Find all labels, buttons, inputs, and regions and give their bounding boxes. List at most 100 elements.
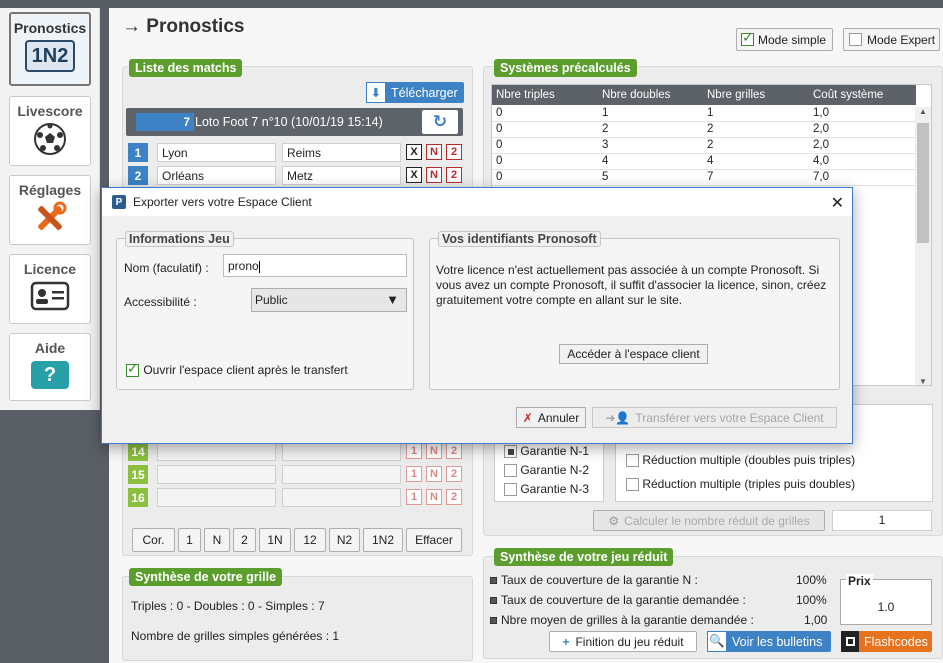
cancel-button[interactable]: ✗ Annuler xyxy=(516,407,586,428)
name-label: Nom (faculatif) : xyxy=(124,261,209,275)
table-row[interactable]: 0 4 4 4,0 xyxy=(492,153,916,170)
ids-group-label: Vos identifiants Pronosoft xyxy=(438,231,601,247)
home-team xyxy=(157,488,276,507)
option-1[interactable]: 1 xyxy=(406,443,422,459)
info-group-label: Informations Jeu xyxy=(125,231,234,247)
all-n2-button[interactable]: N2 xyxy=(329,528,360,552)
qr-icon xyxy=(841,631,859,652)
grille-tag: Synthèse de votre grille xyxy=(129,568,283,586)
nav-licence[interactable]: Licence xyxy=(9,254,91,324)
reduit-tag: Synthèse de votre jeu réduit xyxy=(494,548,674,566)
transfer-user-icon: ➜👤 xyxy=(605,410,631,425)
grille-summary: Triples : 0 - Doubles : 0 - Simples : 7 xyxy=(131,599,325,613)
moyen-grilles-value: 1,00 xyxy=(804,613,828,627)
reduction-doubles-triples[interactable]: Réduction multiple (doubles puis triples… xyxy=(626,453,855,468)
garanties-box: Garantie N-1 Garantie N-2 Garantie N-3 xyxy=(494,440,604,502)
col-header[interactable]: Coût système xyxy=(809,85,916,105)
col-header[interactable]: Nbre doubles xyxy=(598,85,703,105)
option-n[interactable]: N xyxy=(426,443,442,459)
option-x[interactable]: X xyxy=(406,167,422,183)
moyen-grilles: Nbre moyen de grilles à la garantie dema… xyxy=(490,613,754,627)
home-team xyxy=(157,442,276,461)
couverture-n: Taux de couverture de la garantie N : xyxy=(490,573,698,587)
refresh-icon[interactable]: ↻ xyxy=(422,110,458,134)
systems-tag: Systèmes précalculés xyxy=(494,59,637,77)
table-row[interactable]: 0 3 2 2,0 xyxy=(492,137,916,154)
download-button[interactable]: ⬇ Télécharger xyxy=(366,82,464,103)
nav-pronostics-label: Pronostics xyxy=(13,20,87,36)
download-icon: ⬇ xyxy=(366,82,386,103)
chevron-down-icon: ▼ xyxy=(386,292,399,307)
nav-pronostics[interactable]: Pronostics 1N2 xyxy=(9,12,91,86)
option-2[interactable]: 2 xyxy=(446,466,462,482)
sidebar: Pronostics 1N2 Livescore Réglages Licenc… xyxy=(0,8,100,410)
open-client-checkbox[interactable]: ✓ Ouvrir l'espace client après le transf… xyxy=(126,360,348,378)
option-n[interactable]: N xyxy=(426,167,442,183)
home-team xyxy=(157,465,276,484)
col-header[interactable]: Nbre grilles xyxy=(703,85,809,105)
all-1-button[interactable]: 1 xyxy=(178,528,201,552)
mode-simple-checkbox[interactable]: ✓ Mode simple xyxy=(736,28,833,51)
access-select[interactable]: Public ▼ xyxy=(251,288,407,312)
home-team: Lyon xyxy=(157,143,276,162)
away-team: Reims xyxy=(282,143,401,162)
grille-panel xyxy=(122,576,473,661)
option-2[interactable]: 2 xyxy=(446,144,462,160)
reduction-triples-doubles[interactable]: Réduction multiple (triples puis doubles… xyxy=(626,477,855,492)
table-row[interactable]: 0 1 1 1,0 xyxy=(492,105,916,122)
match-number: 16 xyxy=(128,488,148,507)
all-n-button[interactable]: N xyxy=(204,528,230,552)
all-12-button[interactable]: 12 xyxy=(294,528,326,552)
table-row[interactable]: 0 5 7 7,0 xyxy=(492,169,916,186)
flashcodes-button[interactable]: Flashcodes xyxy=(841,631,932,652)
garantie-n2[interactable]: Garantie N-2 xyxy=(504,463,589,478)
top-bar xyxy=(0,0,943,8)
prix-box: Prix 1.0 xyxy=(840,574,932,625)
match-number: 1 xyxy=(128,143,148,162)
nav-reglages[interactable]: Réglages xyxy=(9,175,91,245)
garantie-n3[interactable]: Garantie N-3 xyxy=(504,482,589,497)
option-n[interactable]: N xyxy=(426,144,442,160)
all-2-button[interactable]: 2 xyxy=(233,528,256,552)
couverture-n-value: 100% xyxy=(796,573,827,587)
nav-livescore[interactable]: Livescore xyxy=(9,96,91,166)
magnifier-icon: 🔍 xyxy=(707,631,727,652)
table-row[interactable]: 0 2 2 2,0 xyxy=(492,121,916,138)
nav-aide[interactable]: Aide ? xyxy=(9,333,91,401)
option-2[interactable]: 2 xyxy=(446,443,462,459)
finition-button[interactable]: + Finition du jeu réduit xyxy=(549,631,697,652)
away-team xyxy=(282,465,401,484)
garantie-n1[interactable]: Garantie N-1 xyxy=(504,444,589,459)
calc-result-field[interactable]: 1 xyxy=(832,510,932,531)
col-header[interactable]: Nbre triples xyxy=(492,85,598,105)
scrollbar[interactable]: ▲ ▼ xyxy=(915,107,931,385)
couverture-demandee: Taux de couverture de la garantie demand… xyxy=(490,593,746,607)
tools-icon xyxy=(38,201,67,230)
option-2[interactable]: 2 xyxy=(446,489,462,505)
calculate-button[interactable]: ⚙ Calculer le nombre réduit de grilles xyxy=(593,510,825,531)
option-1[interactable]: 1 xyxy=(406,466,422,482)
option-x[interactable]: X xyxy=(406,144,422,160)
close-icon[interactable]: ✕ xyxy=(831,193,844,213)
option-n[interactable]: N xyxy=(426,466,442,482)
option-1[interactable]: 1 xyxy=(406,489,422,505)
cor-button[interactable]: Cor. xyxy=(132,528,175,552)
match-number: 2 xyxy=(128,166,148,185)
all-1n-button[interactable]: 1N xyxy=(259,528,291,552)
soccer-ball-icon xyxy=(34,123,66,155)
bulletins-button[interactable]: 🔍 Voir les bulletins xyxy=(707,631,831,652)
scroll-thumb[interactable] xyxy=(917,123,929,243)
close-icon: ✗ xyxy=(522,410,533,425)
all-1n2-button[interactable]: 1N2 xyxy=(363,528,403,552)
mode-expert-checkbox[interactable]: Mode Expert xyxy=(843,28,940,51)
access-client-button[interactable]: Accéder à l'espace client xyxy=(559,344,708,364)
option-n[interactable]: N xyxy=(426,489,442,505)
grid-header: 7 Loto Foot 7 n°10 (10/01/19 15:14) ↻ xyxy=(126,108,463,136)
away-team xyxy=(282,488,401,507)
clear-button[interactable]: Effacer xyxy=(406,528,462,552)
option-2[interactable]: 2 xyxy=(446,167,462,183)
name-input[interactable]: prono xyxy=(223,254,407,277)
gear-icon: ⚙ xyxy=(608,513,620,528)
pronosoft-logo-icon: P xyxy=(112,195,126,209)
transfer-button[interactable]: ➜👤 Transférer vers votre Espace Client xyxy=(592,407,837,428)
